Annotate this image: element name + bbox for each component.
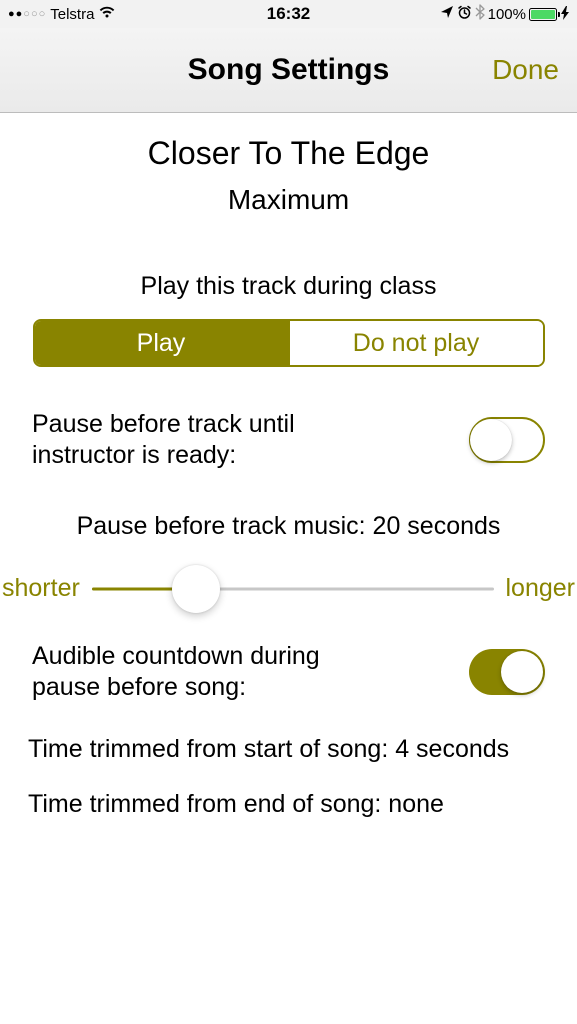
- countdown-row: Audible countdown during pause before so…: [32, 641, 545, 704]
- countdown-toggle[interactable]: [469, 649, 545, 695]
- trim-start-label: Time trimmed from start of song: 4 secon…: [28, 735, 545, 764]
- trim-end-label: Time trimmed from end of song: none: [28, 790, 545, 819]
- pause-ready-toggle[interactable]: [469, 417, 545, 463]
- play-segmented-control: Play Do not play: [33, 319, 545, 367]
- battery-percent: 100%: [488, 6, 526, 23]
- song-artist: Maximum: [32, 184, 545, 216]
- slider-shorter-label: shorter: [2, 574, 80, 603]
- page-title: Song Settings: [188, 53, 390, 87]
- done-button[interactable]: Done: [492, 54, 559, 86]
- pause-slider[interactable]: [92, 569, 494, 609]
- pause-duration-label: Pause before track music: 20 seconds: [32, 512, 545, 541]
- song-title: Closer To The Edge: [32, 135, 545, 172]
- toggle-knob: [470, 419, 512, 461]
- slider-thumb: [172, 565, 220, 613]
- bluetooth-icon: [475, 4, 485, 24]
- alarm-icon: [457, 5, 472, 24]
- status-right: 100%: [440, 4, 569, 24]
- countdown-label: Audible countdown during pause before so…: [32, 641, 372, 704]
- nav-bar: Song Settings Done: [0, 28, 577, 113]
- wifi-icon: [98, 5, 116, 24]
- charging-icon: [561, 6, 569, 23]
- location-icon: [440, 5, 454, 23]
- content: Closer To The Edge Maximum Play this tra…: [0, 135, 577, 819]
- pause-ready-label: Pause before track until instructor is r…: [32, 409, 372, 472]
- battery-icon: [529, 8, 557, 21]
- toggle-knob: [501, 651, 543, 693]
- status-time: 16:32: [267, 4, 310, 24]
- signal-dots-icon: ●●○○○: [8, 8, 46, 20]
- slider-longer-label: longer: [506, 574, 576, 603]
- status-bar: ●●○○○ Telstra 16:32 100%: [0, 0, 577, 28]
- play-segment[interactable]: Play: [35, 321, 288, 365]
- pause-ready-row: Pause before track until instructor is r…: [32, 409, 545, 472]
- status-left: ●●○○○ Telstra: [8, 5, 116, 24]
- play-track-label: Play this track during class: [32, 272, 545, 301]
- carrier-label: Telstra: [50, 6, 94, 23]
- do-not-play-segment[interactable]: Do not play: [288, 321, 543, 365]
- pause-slider-row: shorter longer: [2, 569, 575, 609]
